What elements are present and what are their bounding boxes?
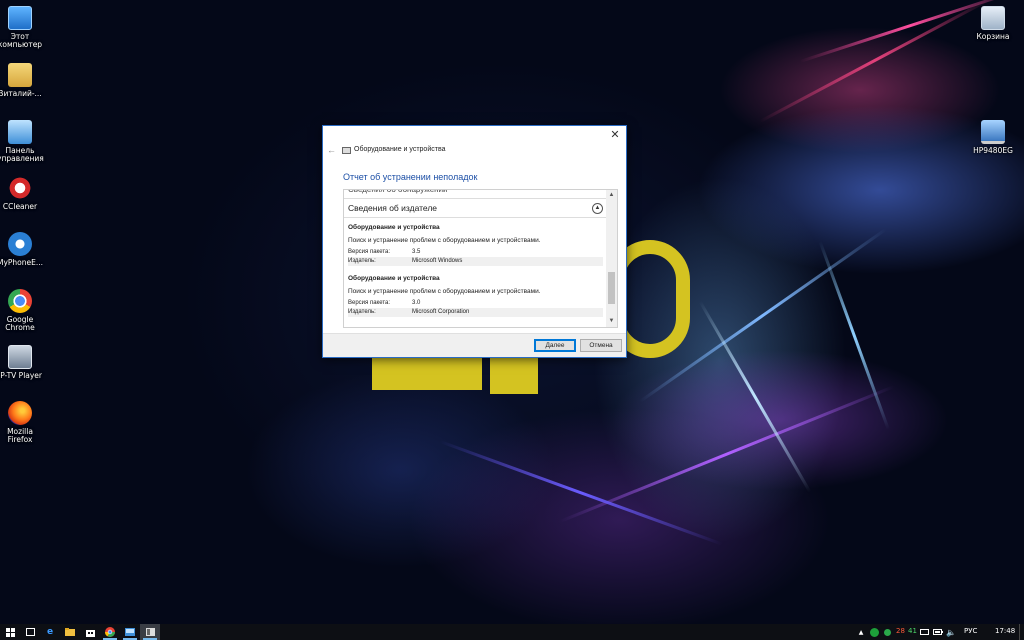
publisher-value: Microsoft Windows (412, 258, 463, 264)
network-icon[interactable] (918, 624, 930, 640)
desktop-icon-label: HP9480EG (973, 146, 1013, 155)
publisher-value: Microsoft Corporation (412, 309, 470, 315)
troubleshooter-dialog: ✕ ← Оборудование и устройства Отчет об у… (322, 125, 627, 358)
desktop-icon-label: Mozilla Firefox (7, 427, 33, 444)
package-version-row: Версия пакета: 3.5 (348, 248, 603, 257)
version-value: 3.5 (412, 249, 421, 255)
desktop-icon-myphoneexplorer[interactable]: MyPhoneE... (0, 232, 43, 267)
control-panel-taskbar-icon[interactable] (120, 624, 140, 640)
version-label: Версия пакета: (348, 300, 391, 306)
version-label: Версия пакета: (348, 249, 391, 255)
dialog-footer: Далее Отмена (323, 333, 626, 357)
start-icon[interactable] (0, 624, 20, 640)
desktop-icon-ccleaner[interactable]: CCleaner (0, 176, 43, 211)
publisher-section-header[interactable]: Сведения об издателе ▲ (344, 198, 607, 218)
cancel-button[interactable]: Отмена (580, 339, 622, 352)
collapse-icon[interactable]: ▲ (592, 203, 603, 214)
laptop-icon (981, 120, 1005, 144)
light-streak (759, 0, 991, 123)
entry-description: Поиск и устранение проблем с оборудовани… (348, 237, 541, 244)
entry-title: Оборудование и устройства (348, 275, 440, 282)
edge-icon[interactable]: e (40, 624, 60, 640)
keyboard-tray-icon[interactable] (881, 624, 893, 640)
entry-title: Оборудование и устройства (348, 224, 440, 231)
windows-logo-pane (372, 358, 482, 390)
taskbar: e ▲ 28 41 🔈 РУС 17:48 (0, 624, 1024, 640)
desktop-icon-label: Корзина (976, 32, 1010, 41)
publisher-row: Издатель: Microsoft Windows (348, 257, 603, 266)
publisher-label: Издатель: (348, 309, 376, 315)
desktop-icon-label: Виталий-... (0, 89, 42, 98)
explorer-icon[interactable] (60, 624, 80, 640)
publisher-entry: Оборудование и устройства Поиск и устран… (348, 224, 603, 266)
desktop-icon-label: Панель управления (0, 146, 44, 163)
utorrent-icon[interactable] (868, 624, 880, 640)
back-arrow-icon[interactable]: ← (327, 145, 336, 155)
cpu-temp-text: 28 (896, 627, 905, 635)
chrome-taskbar-icon[interactable] (100, 624, 120, 640)
desktop-icon-recycle-bin[interactable]: Корзина (970, 6, 1016, 41)
version-value: 3.0 (412, 300, 421, 306)
computer-icon (8, 6, 32, 30)
publisher-entry: Оборудование и устройства Поиск и устран… (348, 275, 603, 317)
show-desktop-button[interactable] (1019, 624, 1024, 640)
desktop-icon-chrome[interactable]: Google Chrome (0, 289, 43, 332)
package-version-row: Версия пакета: 3.0 (348, 299, 603, 308)
firefox-icon (8, 401, 32, 425)
desktop-icon-hp9480eg[interactable]: HP9480EG (970, 120, 1016, 155)
section-title: Сведения об издателе (348, 203, 438, 213)
close-icon[interactable]: ✕ (608, 128, 622, 142)
chevron-up-icon[interactable]: ▲ (856, 624, 866, 640)
user-folder-icon (8, 63, 32, 87)
desktop-icon-control-panel[interactable]: Панель управления (0, 120, 44, 163)
desktop-icon-this-pc[interactable]: Этот компьютер (0, 6, 43, 49)
troubleshooter-icon (342, 147, 351, 154)
vertical-scrollbar[interactable]: ▲ ▼ (606, 190, 617, 327)
dialog-heading: Отчет об устранении неполадок (343, 172, 478, 182)
desktop-icon-iptv-player[interactable]: IP-TV Player (0, 345, 43, 380)
light-streak (698, 300, 812, 493)
light-streak (439, 440, 723, 546)
desktop-icon-firefox[interactable]: Mozilla Firefox (0, 401, 43, 444)
scroll-down-icon[interactable]: ▼ (606, 316, 617, 327)
report-panel: Сведения об обнаружении Сведения об изда… (343, 189, 618, 328)
desktop-icon-label: Google Chrome (5, 315, 35, 332)
desktop-icon-label: IP-TV Player (0, 371, 43, 380)
entry-description: Поиск и устранение проблем с оборудовани… (348, 288, 541, 295)
next-button[interactable]: Далее (534, 339, 576, 352)
ccleaner-icon (8, 176, 32, 200)
troubleshooter-taskbar-icon[interactable] (140, 624, 160, 640)
language-indicator[interactable]: РУС (964, 627, 977, 635)
clock-time[interactable]: 17:48 (995, 627, 1015, 635)
scrollbar-thumb[interactable] (608, 272, 615, 304)
chrome-icon (8, 289, 32, 313)
task-view-icon[interactable] (20, 624, 40, 640)
publisher-row: Издатель: Microsoft Corporation (348, 308, 603, 317)
recycle-bin-icon (981, 6, 1005, 30)
scroll-up-icon[interactable]: ▲ (606, 190, 617, 201)
iptv-player-icon (8, 345, 32, 369)
window-title: Оборудование и устройства (354, 146, 446, 153)
desktop-icon-label: CCleaner (2, 202, 38, 211)
store-icon[interactable] (80, 624, 100, 640)
desktop-icon-label: MyPhoneE... (0, 258, 44, 267)
cut-off-section-header[interactable]: Сведения об обнаружении (344, 190, 607, 196)
desktop-icon-user-folder[interactable]: Виталий-... (0, 63, 43, 98)
desktop-icon-label: Этот компьютер (0, 32, 43, 49)
publisher-label: Издатель: (348, 258, 376, 264)
windows-logo-pane (490, 358, 538, 394)
battery-icon[interactable] (932, 624, 944, 640)
gpu-temp-text: 41 (908, 627, 917, 635)
myphoneexplorer-icon (8, 232, 32, 256)
control-panel-icon (8, 120, 32, 144)
volume-icon[interactable]: 🔈 (945, 624, 957, 640)
